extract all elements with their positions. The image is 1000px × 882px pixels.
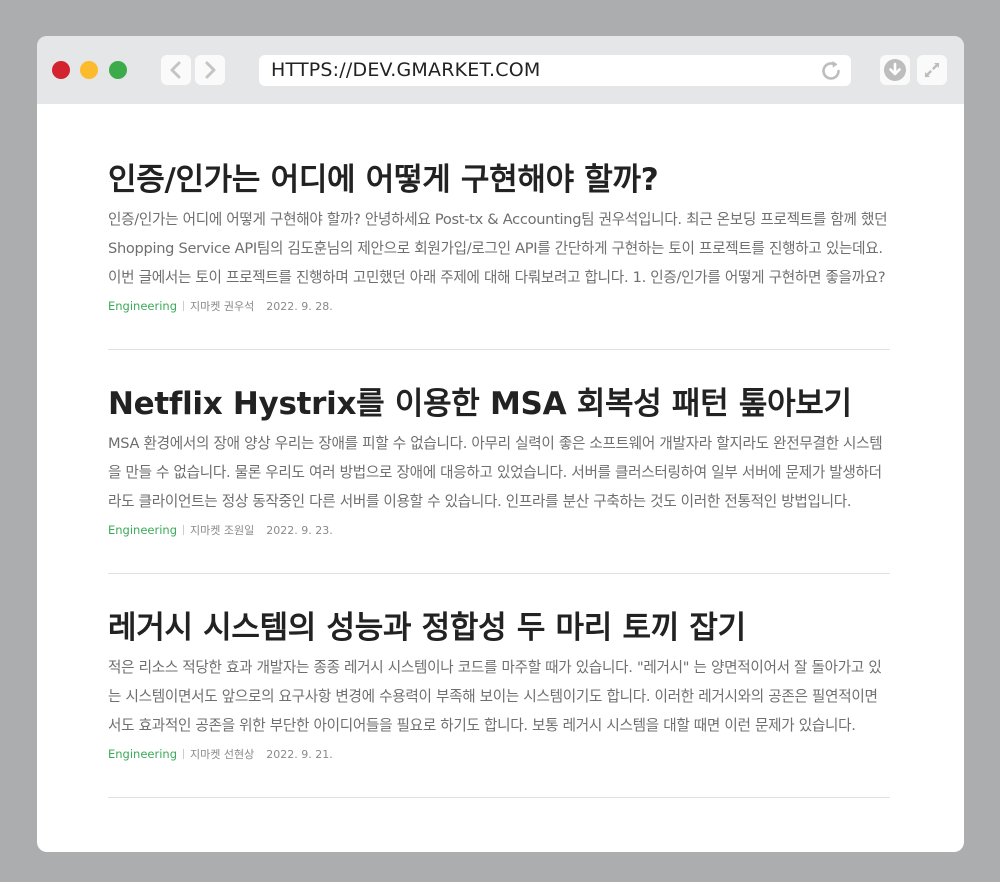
post-title[interactable]: 레거시 시스템의 성능과 정합성 두 마리 토끼 잡기 — [108, 608, 746, 648]
fullscreen-icon — [924, 62, 940, 78]
post-date: 2022. 9. 21. — [266, 747, 333, 761]
post-item[interactable]: 레거시 시스템의 성능과 정합성 두 마리 토끼 잡기 적은 리소스 적당한 효… — [108, 552, 890, 798]
post-author: 지마켓 선현상 — [190, 748, 255, 761]
close-window-button[interactable] — [52, 61, 70, 79]
post-title[interactable]: Netflix Hystrix를 이용한 MSA 회복성 패턴 톺아보기 — [108, 384, 852, 424]
post-date: 2022. 9. 23. — [266, 523, 333, 537]
post-excerpt: 적은 리소스 적당한 효과 개발자는 종종 레거시 시스템이나 코드를 마주할 … — [108, 659, 882, 734]
post-meta: Engineering 지마켓 선현상 2022. 9. 21. — [108, 746, 333, 762]
post-divider — [108, 797, 890, 798]
chevron-right-icon — [205, 61, 216, 79]
post-excerpt: MSA 환경에서의 장애 양상 우리는 장애를 피할 수 없습니다. 아무리 실… — [108, 435, 883, 510]
post-item[interactable]: 인증/인가는 어디에 어떻게 구현해야 할까? 인증/인가는 어디에 어떻게 구… — [108, 104, 890, 350]
post-list: 인증/인가는 어디에 어떻게 구현해야 할까? 인증/인가는 어디에 어떻게 구… — [108, 104, 890, 798]
reload-icon — [822, 61, 840, 80]
browser-toolbar: HTTPS://DEV.GMARKET.COM — [37, 36, 964, 104]
post-meta: Engineering 지마켓 조원일 2022. 9. 23. — [108, 522, 333, 538]
post-author: 지마켓 권우석 — [190, 300, 255, 313]
maximize-window-button[interactable] — [109, 61, 127, 79]
reload-button[interactable] — [817, 57, 845, 85]
back-button[interactable] — [161, 55, 191, 85]
post-title[interactable]: 인증/인가는 어디에 어떻게 구현해야 할까? — [108, 160, 659, 200]
post-excerpt: 인증/인가는 어디에 어떻게 구현해야 할까? 안녕하세요 Post-tx & … — [108, 211, 888, 286]
forward-button[interactable] — [195, 55, 225, 85]
download-icon — [884, 59, 906, 81]
download-button[interactable] — [880, 55, 910, 85]
post-item[interactable]: Netflix Hystrix를 이용한 MSA 회복성 패턴 톺아보기 MSA… — [108, 328, 890, 574]
meta-divider — [183, 525, 184, 535]
post-author: 지마켓 조원일 — [190, 524, 255, 537]
address-bar[interactable]: HTTPS://DEV.GMARKET.COM — [259, 55, 851, 86]
post-category-link[interactable]: Engineering — [108, 523, 177, 537]
post-category-link[interactable]: Engineering — [108, 747, 177, 761]
browser-window: HTTPS://DEV.GMARKET.COM 인증/인가는 어디에 어떻게 구… — [37, 36, 964, 852]
fullscreen-button[interactable] — [917, 55, 947, 85]
post-category-link[interactable]: Engineering — [108, 299, 177, 313]
post-date: 2022. 9. 28. — [266, 299, 333, 313]
url-text: HTTPS://DEV.GMARKET.COM — [271, 59, 541, 81]
chevron-left-icon — [170, 61, 181, 79]
post-meta: Engineering 지마켓 권우석 2022. 9. 28. — [108, 298, 333, 314]
meta-divider — [183, 301, 184, 311]
meta-divider — [183, 749, 184, 759]
minimize-window-button[interactable] — [80, 61, 98, 79]
